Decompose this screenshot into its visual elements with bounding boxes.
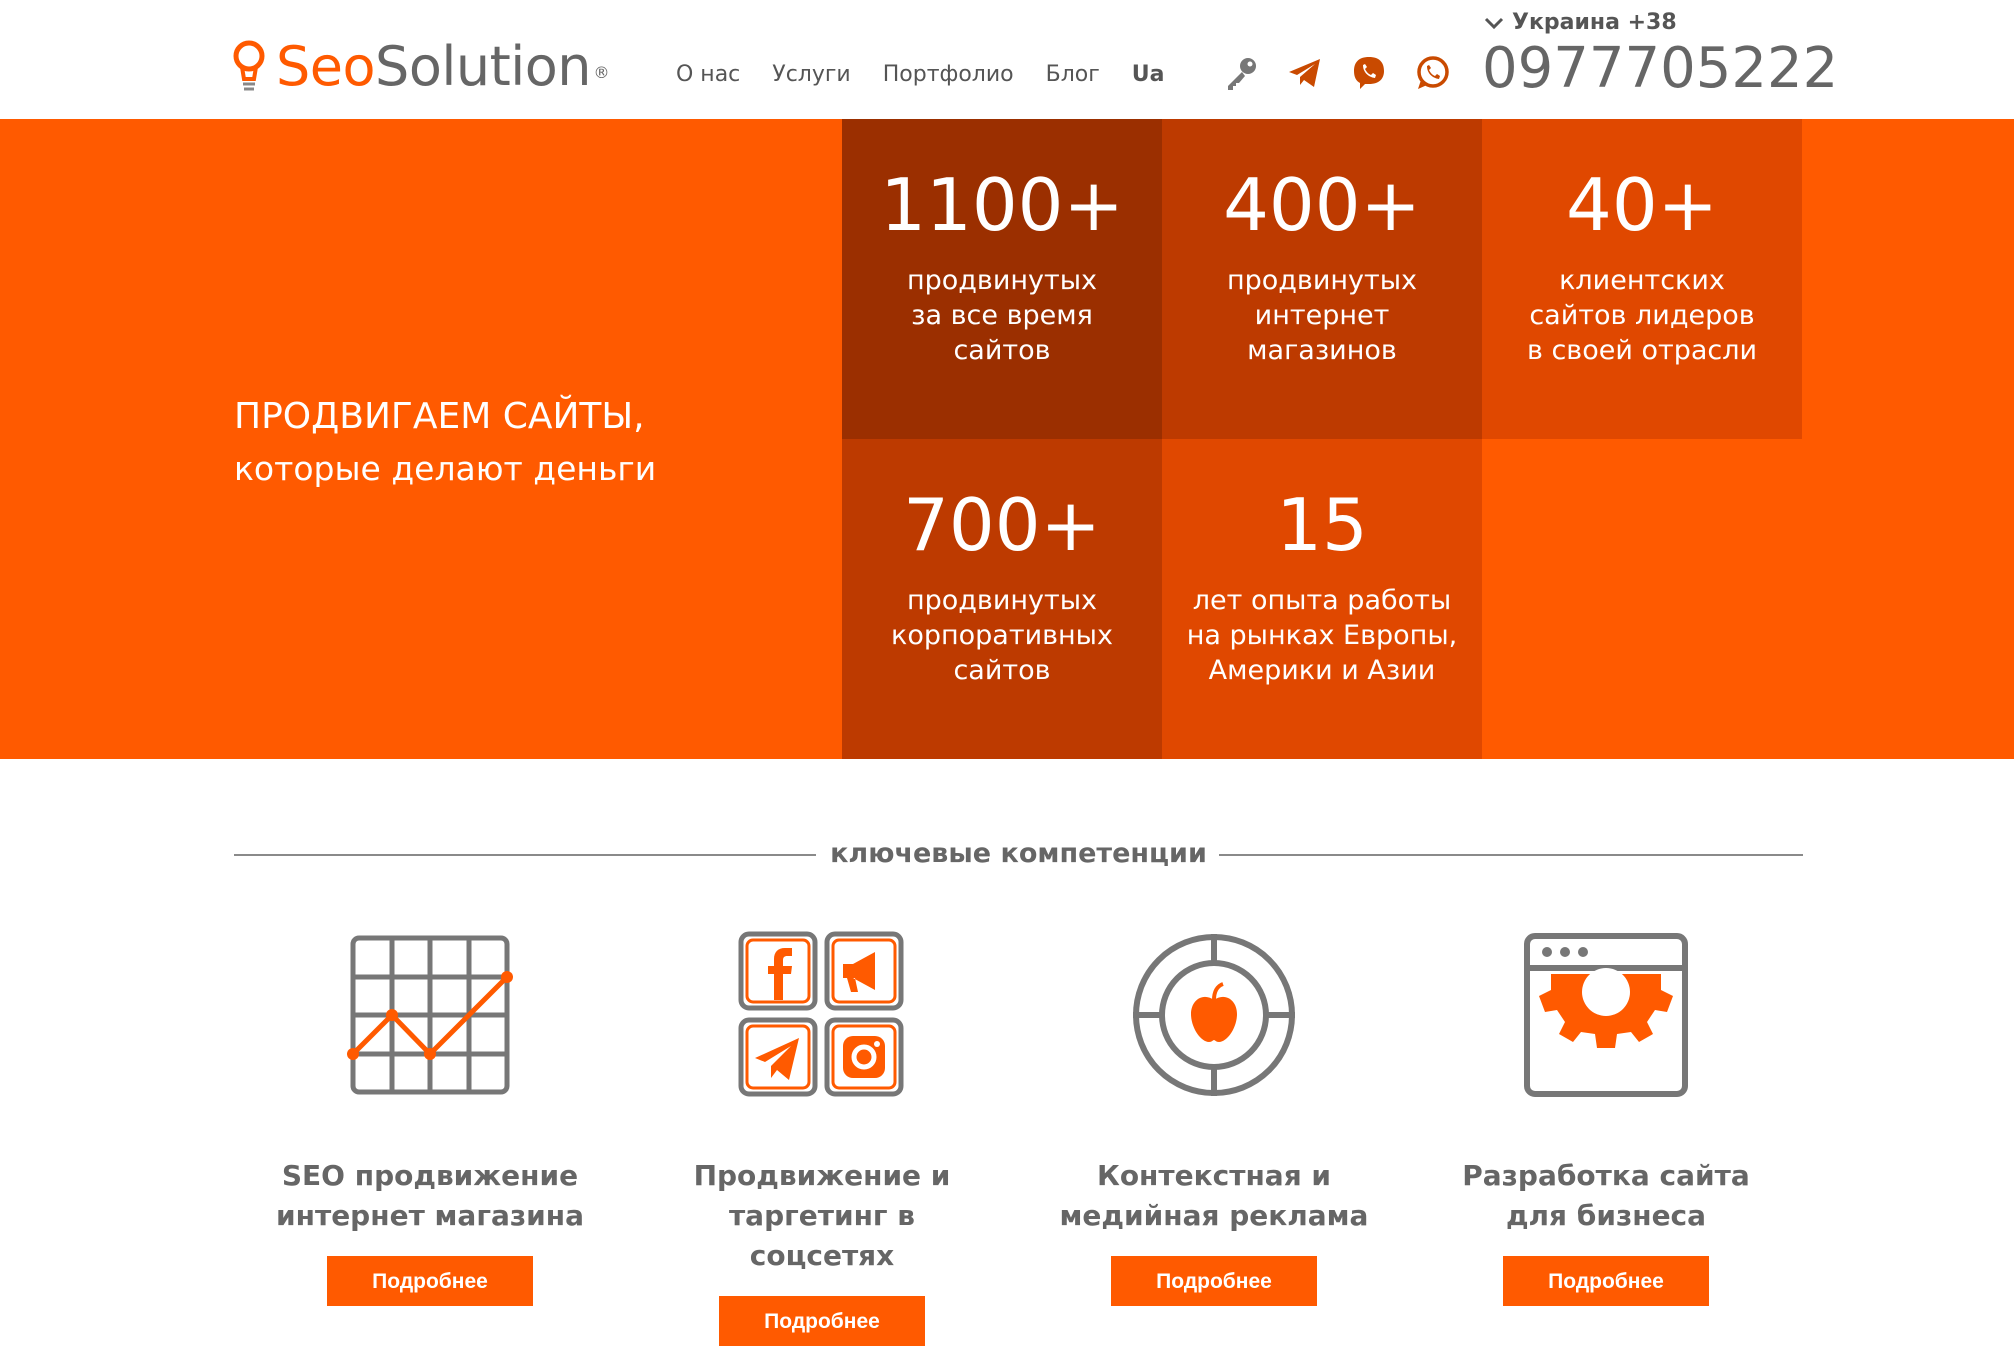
competency-card-social: Продвижение и таргетинг в соцсетях Подроб… — [652, 930, 992, 1346]
country-code-label: Украина +38 — [1512, 10, 1677, 35]
more-button-seo[interactable]: Подробнее — [327, 1256, 533, 1306]
stat-number: 15 — [1276, 483, 1368, 567]
target-apple-icon — [1133, 934, 1295, 1096]
nav-item-portfolio[interactable]: Портфолио — [883, 62, 1014, 87]
competency-title: Продвижение и таргетинг в соцсетях — [693, 1159, 951, 1272]
language-switch-ua[interactable]: Ua — [1132, 62, 1165, 87]
stat-number: 700+ — [903, 483, 1101, 567]
social-media-icon — [738, 931, 904, 1097]
logo-seo-text: Seo — [276, 35, 376, 98]
competency-card-webdev: Разработка сайта для бизнеса Подробнее — [1436, 930, 1776, 1306]
key-icon[interactable] — [1222, 54, 1260, 92]
stat-tile-leaders: 40+ клиентских сайтов лидеров в своей отра… — [1482, 119, 1802, 439]
site-logo[interactable]: SeoSolution ® — [232, 32, 610, 102]
stat-description: лет опыта работы на рынках Европы, Америки… — [1186, 585, 1458, 686]
more-button-social[interactable]: Подробнее — [719, 1296, 925, 1346]
logo-registered-mark: ® — [593, 63, 610, 82]
stat-number: 400+ — [1223, 163, 1421, 247]
competency-card-context: Контекстная и медийная реклама Подробнее — [1044, 930, 1384, 1306]
competencies-header: ключевые компетенции — [234, 836, 1803, 872]
stat-description: продвинутых интернет магазинов — [1226, 265, 1418, 366]
browser-gear-icon — [1524, 933, 1688, 1097]
hero-title-line1: ПРОДВИГАЕМ САЙТЫ, — [234, 396, 645, 437]
main-nav: О нас Услуги Портфолио Блог Ua — [676, 62, 1165, 87]
logo-solution-text: Solution — [375, 35, 592, 98]
section-title: ключевые компетенции — [234, 836, 1803, 872]
stat-number: 1100+ — [880, 163, 1124, 247]
hero-title: ПРОДВИГАЕМ САЙТЫ, которые делают деньги — [234, 391, 656, 495]
stat-tile-shops: 400+ продвинутых интернет магазинов — [1162, 119, 1482, 439]
country-code-selector[interactable]: Украина +38 — [1484, 10, 1677, 35]
phone-number[interactable]: 0977705222 — [1482, 34, 1838, 104]
competency-title: Разработка сайта для бизнеса — [1462, 1159, 1750, 1232]
stat-number: 40+ — [1566, 163, 1718, 247]
stat-tile-sites-total: 1100+ продвинутых за все время сайтов — [842, 119, 1162, 439]
nav-item-blog[interactable]: Блог — [1046, 62, 1100, 87]
competency-title: SEO продвижение интернет магазина — [276, 1159, 584, 1232]
viber-icon[interactable] — [1350, 54, 1388, 92]
competency-card-seo: SEO продвижение интернет магазина Подробн… — [260, 930, 600, 1306]
stat-tile-experience: 15 лет опыта работы на рынках Европы, Амер… — [1162, 439, 1482, 759]
hero-title-line2: которые делают деньги — [234, 449, 657, 488]
seo-chart-icon — [347, 935, 513, 1095]
more-button-webdev[interactable]: Подробнее — [1503, 1256, 1709, 1306]
competency-title: Контекстная и медийная реклама — [1059, 1159, 1369, 1232]
nav-item-services[interactable]: Услуги — [772, 62, 850, 87]
contact-icons — [1222, 54, 1452, 92]
telegram-icon[interactable] — [1286, 54, 1324, 92]
more-button-context[interactable]: Подробнее — [1111, 1256, 1317, 1306]
site-header: SeoSolution ® О нас Услуги Портфолио Бло… — [0, 0, 2014, 119]
stat-description: клиентских сайтов лидеров в своей отрасли — [1526, 265, 1758, 366]
stat-description: продвинутых за все время сайтов — [906, 265, 1098, 366]
chevron-down-icon — [1484, 17, 1504, 29]
lightbulb-icon — [233, 40, 265, 91]
stat-tile-corporate: 700+ продвинутых корпоративных сайтов — [842, 439, 1162, 759]
stat-description: продвинутых корпоративных сайтов — [891, 585, 1113, 686]
nav-item-about[interactable]: О нас — [676, 62, 740, 87]
hero-banner: ПРОДВИГАЕМ САЙТЫ, которые делают деньги … — [0, 119, 2014, 759]
whatsapp-icon[interactable] — [1414, 54, 1452, 92]
